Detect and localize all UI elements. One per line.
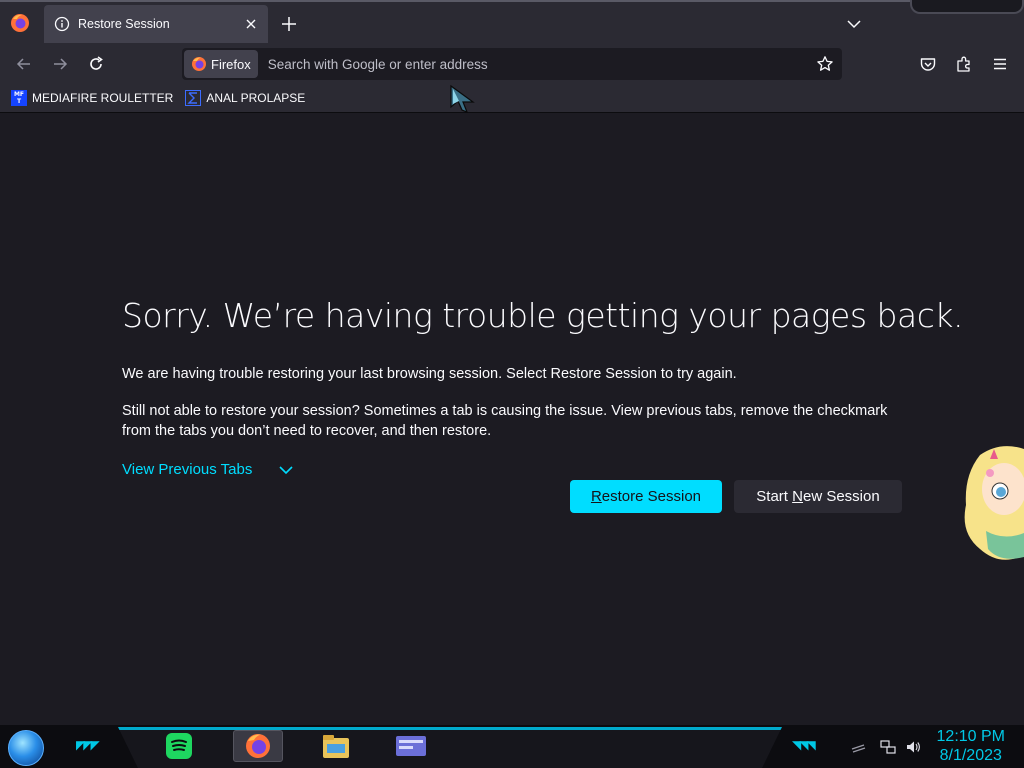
error-description: We are having trouble restoring your las… xyxy=(122,366,737,382)
start-new-session-button[interactable]: Start New Session xyxy=(734,480,902,513)
pocket-icon[interactable] xyxy=(919,55,937,73)
bookmark-mediafire-rouletter[interactable]: MF T MEDIAFIRE ROULETTER xyxy=(11,90,173,106)
chevron-down-icon[interactable] xyxy=(845,15,863,33)
tab-strip: Restore Session xyxy=(0,0,1024,46)
show-hidden-icons-icon[interactable] xyxy=(850,739,866,755)
view-previous-tabs-toggle[interactable]: View Previous Tabs xyxy=(122,461,294,478)
url-bar[interactable]: Firefox xyxy=(182,48,842,80)
error-help-text: Still not able to restore your session? … xyxy=(122,403,888,439)
spotify-icon[interactable] xyxy=(163,730,195,762)
new-tab-icon[interactable] xyxy=(280,15,298,33)
view-previous-tabs-label: View Previous Tabs xyxy=(122,461,253,478)
taskbar-decoration: ◤◤◤ xyxy=(76,738,100,752)
reload-icon[interactable] xyxy=(87,55,105,73)
extensions-icon[interactable] xyxy=(955,55,973,73)
bookmark-anal-prolapse[interactable]: ANAL PROLAPSE xyxy=(185,90,305,106)
window-frame-decoration xyxy=(910,0,1024,14)
bookmark-label: ANAL PROLAPSE xyxy=(206,91,306,105)
taskbar: ◤◤◤ ◥◥◥ 12:10 PM 8/1/2023 xyxy=(0,725,1024,768)
start-button[interactable] xyxy=(8,730,44,766)
identity-box[interactable]: Firefox xyxy=(184,50,258,78)
restore-session-button[interactable]: Restore Session xyxy=(570,480,722,513)
chevron-down-icon xyxy=(279,465,293,474)
forward-icon[interactable] xyxy=(51,55,69,73)
network-icon[interactable] xyxy=(880,739,896,755)
page-title: Sorry. We’re having trouble getting your… xyxy=(122,296,963,335)
firefox-icon[interactable] xyxy=(233,730,283,762)
back-icon[interactable] xyxy=(15,55,33,73)
identity-label: Firefox xyxy=(211,56,251,72)
info-icon xyxy=(54,16,70,32)
bookmarks-toolbar: MF T MEDIAFIRE ROULETTER ANAL PROLAPSE xyxy=(0,84,1024,113)
clock-date: 8/1/2023 xyxy=(939,747,1002,764)
close-icon[interactable] xyxy=(244,17,258,31)
hamburger-menu-icon[interactable] xyxy=(991,55,1009,73)
sigma-favicon-icon xyxy=(185,90,202,106)
control-panel-icon[interactable] xyxy=(395,730,427,762)
clock-time: 12:10 PM xyxy=(936,728,1005,745)
address-input[interactable] xyxy=(265,55,816,73)
volume-icon[interactable] xyxy=(905,739,921,755)
tab-title: Restore Session xyxy=(78,17,170,31)
system-clock[interactable]: 12:10 PM 8/1/2023 xyxy=(937,727,1005,765)
tab-restore-session[interactable]: Restore Session xyxy=(44,5,268,43)
bookmark-label: MEDIAFIRE ROULETTER xyxy=(32,91,174,105)
star-icon[interactable] xyxy=(816,55,834,73)
mediafire-favicon-icon: MF T xyxy=(11,90,27,106)
firefox-menu-icon[interactable] xyxy=(10,13,30,33)
file-explorer-icon[interactable] xyxy=(320,730,352,762)
mouse-cursor-icon xyxy=(450,84,475,114)
firefox-icon xyxy=(192,57,206,71)
cartoon-character-sticker xyxy=(964,446,1024,560)
taskbar-app-area xyxy=(118,727,782,768)
taskbar-decoration: ◥◥◥ xyxy=(792,738,816,752)
session-restore-page: Sorry. We’re having trouble getting your… xyxy=(0,84,1024,725)
navigation-toolbar: Firefox xyxy=(0,44,1024,84)
